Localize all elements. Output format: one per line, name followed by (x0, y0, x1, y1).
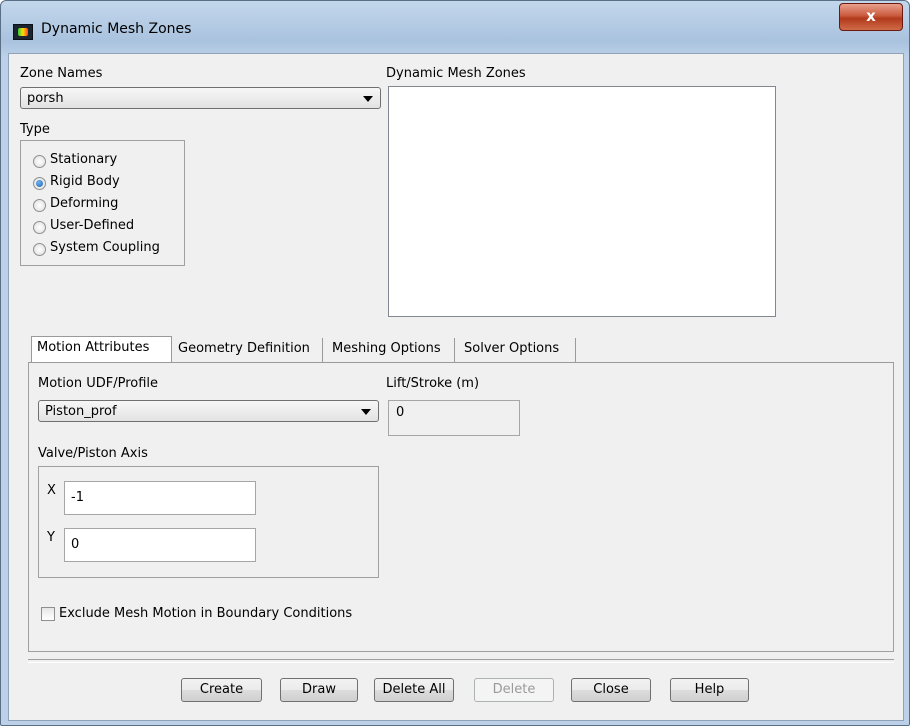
axis-x-value: -1 (71, 490, 84, 505)
radio-icon (33, 243, 46, 256)
dynamic-mesh-zones-list[interactable] (388, 86, 776, 317)
motion-udf-value: Piston_prof (45, 404, 117, 419)
title-bar[interactable]: Dynamic Mesh Zones x (1, 1, 909, 49)
axis-x-label: X (47, 483, 56, 498)
exclude-mesh-motion-label: Exclude Mesh Motion in Boundary Conditio… (59, 606, 353, 621)
close-button[interactable]: Close (571, 678, 651, 702)
zone-names-value: porsh (27, 91, 64, 106)
create-button[interactable]: Create (181, 678, 262, 702)
radio-icon (33, 155, 46, 168)
axis-y-value: 0 (71, 537, 80, 552)
radio-label: Deforming (50, 196, 119, 211)
radio-icon (33, 199, 46, 212)
checkbox-icon (41, 607, 55, 621)
tab-meshing-options[interactable]: Meshing Options (327, 338, 455, 362)
lift-stroke-label: Lift/Stroke (m) (386, 376, 480, 391)
axis-x-input[interactable]: -1 (64, 481, 256, 515)
valve-piston-axis-label: Valve/Piston Axis (38, 446, 148, 461)
chevron-down-icon (361, 409, 371, 415)
axis-y-input[interactable]: 0 (64, 528, 256, 562)
axis-y-label: Y (47, 530, 55, 545)
lift-stroke-field: 0 (388, 400, 520, 436)
radio-label: Stationary (50, 152, 118, 167)
lift-stroke-value: 0 (396, 405, 405, 420)
dialog-body: Zone Names porsh Type Stationary Rigid B… (8, 53, 904, 721)
motion-udf-label: Motion UDF/Profile (38, 376, 159, 391)
divider (28, 659, 894, 663)
type-group: Stationary Rigid Body Deforming User-Def… (20, 140, 185, 266)
fluent-app-icon (13, 24, 33, 40)
help-button[interactable]: Help (670, 678, 749, 702)
chevron-down-icon (363, 96, 373, 102)
tab-solver-options[interactable]: Solver Options (459, 338, 576, 362)
radio-label: Rigid Body (50, 174, 120, 189)
zone-names-dropdown[interactable]: porsh (20, 87, 381, 109)
radio-icon (33, 221, 46, 234)
type-label: Type (20, 122, 50, 137)
radio-label: System Coupling (50, 240, 160, 255)
tab-geometry-definition[interactable]: Geometry Definition (173, 338, 323, 362)
valve-piston-axis-group: X -1 Y 0 (38, 466, 379, 578)
radio-selected-icon (33, 177, 46, 190)
motion-udf-dropdown[interactable]: Piston_prof (38, 400, 379, 422)
window-title: Dynamic Mesh Zones (41, 21, 192, 37)
delete-button[interactable]: Delete (474, 678, 554, 702)
radio-label: User-Defined (50, 218, 135, 233)
zone-names-label: Zone Names (20, 66, 103, 81)
delete-all-button[interactable]: Delete All (374, 678, 454, 702)
dynamic-mesh-zones-label: Dynamic Mesh Zones (386, 66, 526, 81)
dialog-window: Dynamic Mesh Zones x Zone Names porsh Ty… (0, 0, 910, 726)
draw-button[interactable]: Draw (280, 678, 358, 702)
tab-motion-attributes[interactable]: Motion Attributes (31, 336, 172, 363)
close-window-button[interactable]: x (839, 3, 903, 31)
